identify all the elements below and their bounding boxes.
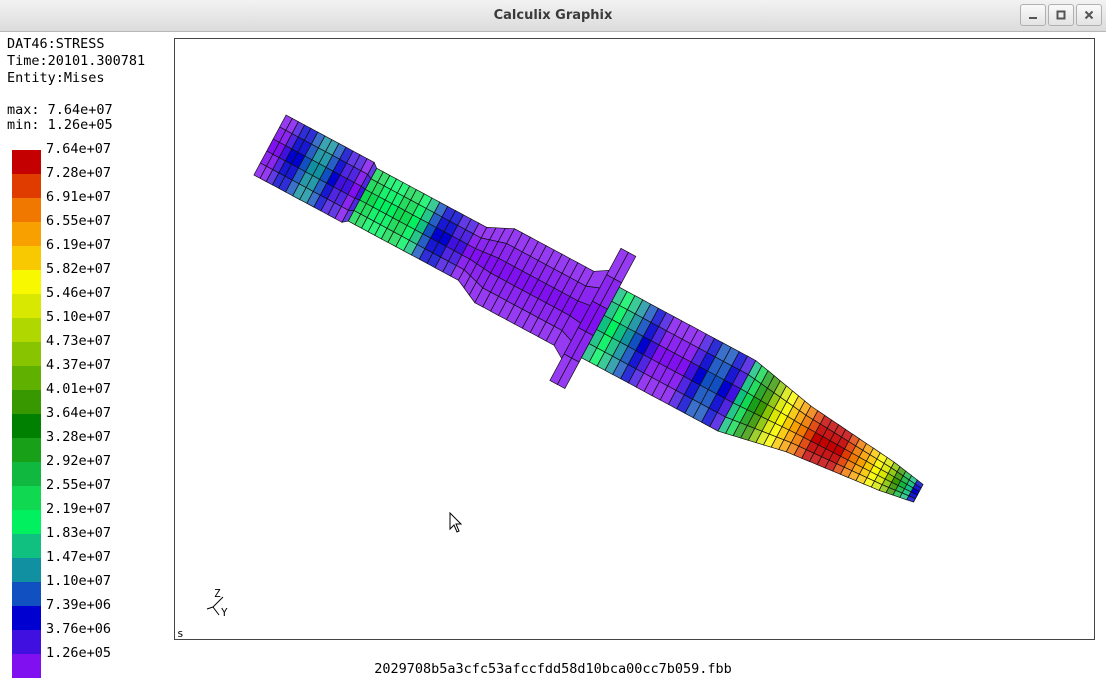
legend-value: 6.19e+07 — [46, 237, 112, 253]
legend-swatch — [12, 486, 41, 510]
legend-value: 4.01e+07 — [46, 381, 112, 397]
legend-swatch — [12, 438, 41, 462]
legend-value: 1.83e+07 — [46, 525, 112, 541]
legend-value: 5.82e+07 — [46, 261, 112, 277]
legend-value: 3.64e+07 — [46, 405, 112, 421]
maximize-icon — [1056, 10, 1066, 20]
legend-value: 3.28e+07 — [46, 429, 112, 445]
legend-swatch — [12, 198, 41, 222]
legend-value: 2.55e+07 — [46, 477, 112, 493]
legend-value: 5.10e+07 — [46, 309, 112, 325]
legend-value: 5.46e+07 — [46, 285, 112, 301]
model-filename: 2029708b5a3cfc53afccfdd58d10bca00cc7b059… — [374, 661, 732, 677]
legend-value: 2.92e+07 — [46, 453, 112, 469]
title-bar[interactable]: Calculix Graphix — [0, 0, 1106, 32]
close-button[interactable] — [1076, 4, 1102, 26]
maximize-button[interactable] — [1048, 4, 1074, 26]
model-viewport[interactable]: Z Y s — [174, 38, 1095, 640]
dataset-label: DAT46:STRESS — [7, 36, 105, 52]
legend-value: 2.19e+07 — [46, 501, 112, 517]
legend-value: 4.73e+07 — [46, 333, 112, 349]
close-icon — [1084, 10, 1094, 20]
min-label: min: 1.26e+05 — [7, 117, 113, 133]
viewport-corner-label: s — [177, 627, 184, 640]
legend-value: 1.47e+07 — [46, 549, 112, 565]
entity-label: Entity:Mises — [7, 70, 105, 86]
legend-swatch — [12, 534, 41, 558]
legend-value: 7.28e+07 — [46, 165, 112, 181]
legend-value: 7.39e+06 — [46, 597, 112, 613]
legend-swatch — [12, 414, 41, 438]
window-controls — [1020, 4, 1102, 26]
legend-value: 4.37e+07 — [46, 357, 112, 373]
minimize-button[interactable] — [1020, 4, 1046, 26]
legend-swatch — [12, 222, 41, 246]
legend-value: 1.10e+07 — [46, 573, 112, 589]
legend-swatch — [12, 270, 41, 294]
window-title: Calculix Graphix — [493, 8, 613, 23]
legend-value: 7.64e+07 — [46, 141, 112, 157]
legend-swatch — [12, 606, 41, 630]
legend-swatch — [12, 342, 41, 366]
legend-swatch — [12, 294, 41, 318]
mouse-pointer-icon — [449, 512, 463, 533]
max-label: max: 7.64e+07 — [7, 102, 113, 118]
legend-swatch — [12, 318, 41, 342]
legend-value: 3.76e+06 — [46, 621, 112, 637]
legend-value: 6.91e+07 — [46, 189, 112, 205]
minimize-icon — [1029, 17, 1037, 19]
legend-swatch — [12, 582, 41, 606]
shaft-mesh-render — [253, 114, 924, 503]
time-label: Time:20101.300781 — [7, 53, 146, 69]
legend-swatch — [12, 246, 41, 270]
axis-label-y: Y — [221, 606, 228, 619]
legend-swatch — [12, 366, 41, 390]
legend-swatch — [12, 630, 41, 654]
legend-swatch — [12, 390, 41, 414]
legend-value: 6.55e+07 — [46, 213, 112, 229]
legend-swatch — [12, 150, 41, 174]
legend-swatch — [12, 462, 41, 486]
legend-value: 1.26e+05 — [46, 645, 112, 661]
legend-swatch — [12, 558, 41, 582]
legend-swatch — [12, 174, 41, 198]
axis-triad-icon: Z Y — [206, 587, 228, 619]
axis-label-z: Z — [214, 587, 221, 600]
legend-swatch — [12, 510, 41, 534]
